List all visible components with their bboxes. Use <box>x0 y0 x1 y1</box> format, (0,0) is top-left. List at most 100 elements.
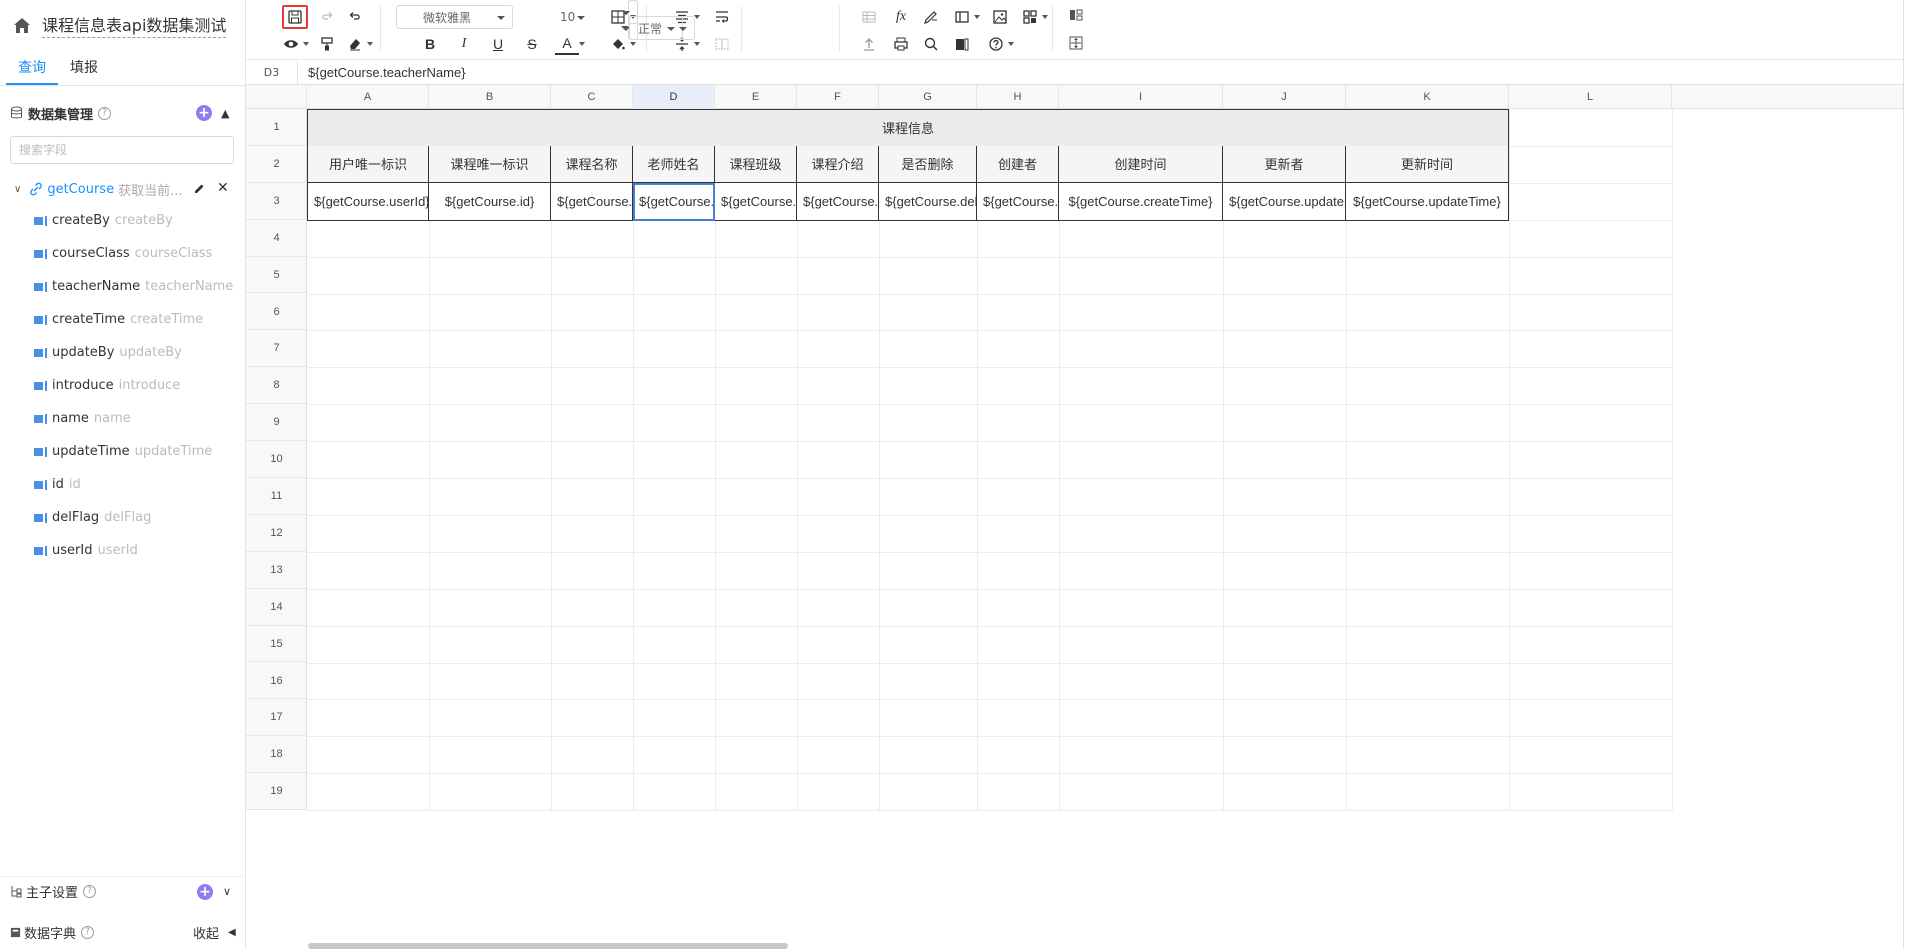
row-header[interactable]: 8 <box>246 367 307 405</box>
row-header[interactable]: 18 <box>246 736 307 774</box>
header-cell[interactable]: 课程名称 <box>551 145 633 183</box>
home-icon[interactable] <box>12 16 32 36</box>
row-header[interactable]: 12 <box>246 515 307 552</box>
report-title[interactable]: 课程信息表api数据集测试 <box>42 15 227 38</box>
add-master-sub-button[interactable]: + <box>197 883 213 900</box>
row-header[interactable]: 3 <box>246 183 307 220</box>
cell-style-select[interactable]: 正常 <box>629 16 695 40</box>
header-cell[interactable]: 课程唯一标识 <box>429 145 551 183</box>
column-header[interactable]: K <box>1346 85 1509 109</box>
row-header[interactable]: 7 <box>246 330 307 368</box>
column-header[interactable]: C <box>551 85 633 109</box>
field-item[interactable]: teacherName teacherName <box>0 270 245 303</box>
header-cell[interactable]: 课程介绍 <box>797 145 879 183</box>
field-item[interactable]: delFlag delFlag <box>0 501 245 534</box>
data-cell[interactable]: ${getCourse.updateTime} <box>1346 182 1509 221</box>
field-item[interactable]: introduce introduce <box>0 369 245 402</box>
data-cell[interactable]: ${getCourse.updateBy <box>1223 182 1346 221</box>
row-header[interactable]: 13 <box>246 552 307 589</box>
data-cell[interactable]: ${getCourse.in <box>797 182 879 221</box>
bold-button[interactable]: B <box>418 33 442 55</box>
expression-button[interactable] <box>919 6 943 28</box>
data-cell[interactable]: ${getCourse.n <box>551 182 633 221</box>
header-cell[interactable]: 创建者 <box>977 145 1059 183</box>
function-button[interactable]: fx <box>889 6 913 28</box>
column-header[interactable]: L <box>1509 85 1672 109</box>
row-header[interactable]: 1 <box>246 109 307 146</box>
column-header[interactable]: B <box>429 85 551 109</box>
image-button[interactable] <box>988 6 1012 28</box>
field-item[interactable]: courseClass courseClass <box>0 237 245 270</box>
merge-cells-button[interactable] <box>710 33 734 55</box>
select-all-corner[interactable] <box>246 85 307 109</box>
font-size-select[interactable]: 10 <box>551 5 593 29</box>
field-item[interactable]: updateBy updateBy <box>0 336 245 369</box>
table-button[interactable] <box>857 6 881 28</box>
preview-button[interactable] <box>279 33 309 55</box>
active-data-cell[interactable]: ${getCourse.t <box>633 182 715 221</box>
column-header[interactable]: D <box>633 85 715 109</box>
row-header[interactable]: 11 <box>246 478 307 515</box>
cell-reference[interactable]: D3 <box>246 60 298 85</box>
search-button[interactable] <box>919 33 943 55</box>
collapse-button[interactable]: 收起 <box>193 923 219 942</box>
column-header[interactable]: F <box>797 85 879 109</box>
undo-button[interactable] <box>343 6 367 28</box>
freeze-button[interactable] <box>950 33 974 55</box>
data-cell[interactable]: ${getCourse.userId} <box>307 182 429 221</box>
field-search-input[interactable] <box>10 136 234 164</box>
help-icon[interactable]: ? <box>98 106 112 120</box>
expand-button[interactable] <box>1064 32 1088 54</box>
field-item[interactable]: createTime createTime <box>0 303 245 336</box>
row-header[interactable]: 14 <box>246 589 307 626</box>
data-dictionary-label[interactable]: 数据字典 <box>24 923 76 942</box>
clear-button[interactable] <box>343 33 373 55</box>
column-header[interactable]: H <box>977 85 1059 109</box>
font-family-select[interactable]: 微软雅黑 <box>396 5 513 29</box>
title-cell[interactable]: 课程信息 <box>307 109 1509 147</box>
data-cell[interactable]: ${getCourse.delFl <box>879 182 977 221</box>
fill-color-button[interactable] <box>606 33 636 55</box>
data-cell[interactable]: ${getCourse.c <box>715 182 797 221</box>
column-header[interactable]: A <box>307 85 429 109</box>
data-cell[interactable]: ${getCourse.id} <box>429 182 551 221</box>
row-header[interactable]: 17 <box>246 699 307 737</box>
horizontal-scrollbar[interactable] <box>308 943 788 949</box>
format-painter-button[interactable] <box>315 33 339 55</box>
header-cell[interactable]: 是否删除 <box>879 145 977 183</box>
header-cell[interactable]: 课程班级 <box>715 145 797 183</box>
edit-icon[interactable] <box>193 182 206 195</box>
header-cell[interactable]: 更新时间 <box>1346 145 1509 183</box>
field-item[interactable]: name name <box>0 402 245 435</box>
dataset-node[interactable]: ∨ getCourse 获取当前... ✕ <box>0 174 245 204</box>
tab-query[interactable]: 查询 <box>6 52 58 85</box>
field-item[interactable]: id id <box>0 468 245 501</box>
strikethrough-button[interactable]: S <box>520 33 544 55</box>
add-dataset-button[interactable]: + <box>196 105 212 121</box>
row-header[interactable]: 6 <box>246 294 307 331</box>
data-cell[interactable]: ${getCourse.createTime} <box>1059 182 1223 221</box>
close-icon[interactable]: ✕ <box>217 180 229 196</box>
chevron-down-icon[interactable]: ∨ <box>14 184 21 195</box>
wrap-text-button[interactable] <box>710 6 734 28</box>
master-sub-settings-label[interactable]: 主子设置 <box>26 882 78 901</box>
row-header[interactable]: 10 <box>246 441 307 478</box>
compare-button[interactable] <box>1064 4 1088 26</box>
vertical-scrollbar[interactable] <box>1903 0 1918 949</box>
font-color-button[interactable]: A <box>555 33 585 55</box>
save-button[interactable] <box>282 5 308 29</box>
header-cell[interactable]: 更新者 <box>1223 145 1346 183</box>
formula-input[interactable]: ${getCourse.teacherName} <box>298 65 466 80</box>
row-header[interactable]: 15 <box>246 626 307 663</box>
help-icon[interactable]: ? <box>81 925 95 939</box>
field-item[interactable]: createBy createBy <box>0 204 245 237</box>
header-cell[interactable]: 老师姓名 <box>633 145 715 183</box>
underline-button[interactable]: U <box>486 33 510 55</box>
sidebar-layout-button[interactable] <box>950 6 980 28</box>
chevron-down-icon[interactable]: ∨ <box>223 885 231 898</box>
row-header[interactable]: 19 <box>246 773 307 811</box>
row-header[interactable]: 2 <box>246 146 307 183</box>
column-header[interactable]: J <box>1223 85 1346 109</box>
data-cell[interactable]: ${getCourse.cr <box>977 182 1059 221</box>
column-header[interactable]: E <box>715 85 797 109</box>
